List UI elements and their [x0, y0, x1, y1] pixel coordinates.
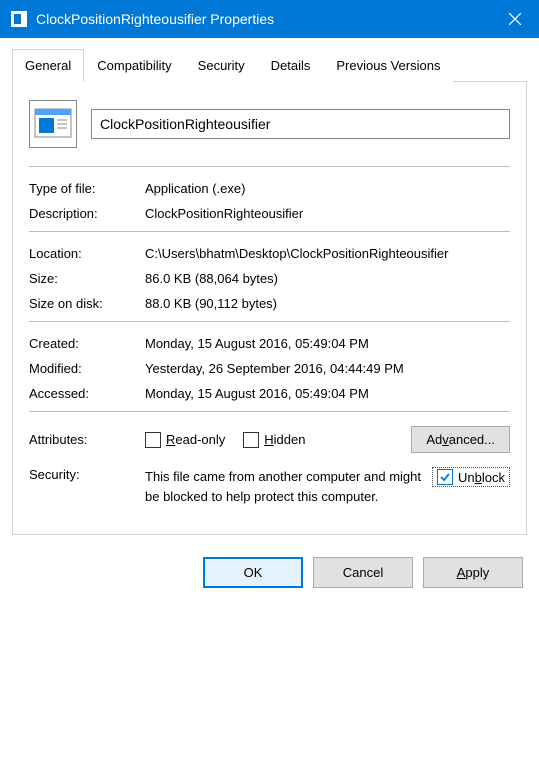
size-on-disk-label: Size on disk: [29, 296, 145, 311]
description-value: ClockPositionRighteousifier [145, 206, 510, 221]
accessed-value: Monday, 15 August 2016, 05:49:04 PM [145, 386, 510, 401]
checkbox-icon [243, 432, 259, 448]
size-value: 86.0 KB (88,064 bytes) [145, 271, 510, 286]
created-value: Monday, 15 August 2016, 05:49:04 PM [145, 336, 510, 351]
hidden-label: Hidden [264, 432, 305, 447]
checkbox-icon [145, 432, 161, 448]
tab-security[interactable]: Security [185, 49, 258, 82]
separator [29, 166, 510, 167]
window-title: ClockPositionRighteousifier Properties [36, 11, 491, 27]
ok-button[interactable]: OK [203, 557, 303, 588]
location-value: C:\Users\bhatm\Desktop\ClockPositionRigh… [145, 246, 510, 261]
unblock-label: Unblock [458, 470, 505, 485]
cancel-button[interactable]: Cancel [313, 557, 413, 588]
accessed-label: Accessed: [29, 386, 145, 401]
tab-general[interactable]: General [12, 49, 84, 82]
created-label: Created: [29, 336, 145, 351]
close-button[interactable] [491, 0, 539, 38]
tab-details[interactable]: Details [258, 49, 324, 82]
tab-previous-versions[interactable]: Previous Versions [323, 49, 453, 82]
readonly-checkbox[interactable]: Read-only [145, 432, 225, 448]
security-text: This file came from another computer and… [145, 467, 432, 506]
file-icon [29, 100, 77, 148]
attributes-label: Attributes: [29, 432, 145, 447]
readonly-label: Read-only [166, 432, 225, 447]
type-label: Type of file: [29, 181, 145, 196]
tab-compatibility[interactable]: Compatibility [84, 49, 184, 82]
size-label: Size: [29, 271, 145, 286]
location-label: Location: [29, 246, 145, 261]
security-label: Security: [29, 467, 145, 506]
general-panel: Type of file:Application (.exe) Descript… [12, 82, 527, 535]
unblock-checkbox[interactable]: Unblock [432, 467, 510, 487]
apply-button[interactable]: Apply [423, 557, 523, 588]
hidden-checkbox[interactable]: Hidden [243, 432, 305, 448]
type-value: Application (.exe) [145, 181, 510, 196]
description-label: Description: [29, 206, 145, 221]
advanced-button[interactable]: Advanced... [411, 426, 510, 453]
size-on-disk-value: 88.0 KB (90,112 bytes) [145, 296, 510, 311]
filename-input[interactable] [91, 109, 510, 139]
modified-value: Yesterday, 26 September 2016, 04:44:49 P… [145, 361, 510, 376]
titlebar[interactable]: ClockPositionRighteousifier Properties [0, 0, 539, 38]
tab-strip: General Compatibility Security Details P… [12, 48, 527, 82]
separator [29, 231, 510, 232]
separator [29, 321, 510, 322]
separator [29, 411, 510, 412]
modified-label: Modified: [29, 361, 145, 376]
checkbox-checked-icon [437, 469, 453, 485]
app-titlebar-icon [10, 10, 28, 28]
dialog-footer: OK Cancel Apply [0, 545, 539, 600]
